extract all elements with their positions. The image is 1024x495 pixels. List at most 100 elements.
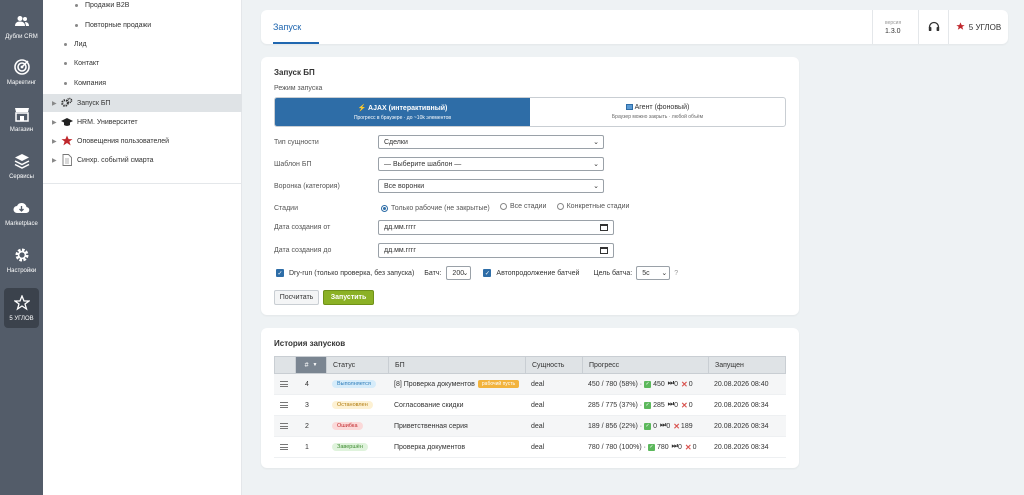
row-num-value: 4 bbox=[305, 380, 309, 388]
tree-item-repeat-sales[interactable]: Повторные продажи bbox=[43, 16, 242, 34]
column-header-entity[interactable]: Сущность bbox=[526, 357, 583, 373]
dryrun-checkbox[interactable]: ✓ bbox=[276, 269, 284, 277]
expand-arrow-icon[interactable]: ▶ bbox=[52, 119, 61, 126]
funnel-label: Воронка (категория) bbox=[274, 183, 340, 190]
stage-radio-all[interactable]: Все стадии bbox=[499, 203, 546, 210]
count-button[interactable]: Посчитать bbox=[274, 290, 319, 305]
support-button[interactable] bbox=[918, 10, 948, 44]
tree-item-label: HRM. Университет bbox=[77, 118, 138, 126]
stage-radio-specific[interactable]: Конкретные стадии bbox=[556, 203, 629, 210]
rail-item-marketing[interactable]: Маркетинг bbox=[0, 50, 43, 94]
rail-item-shop[interactable]: Магазин bbox=[0, 97, 43, 141]
tree-item-lead[interactable]: Лид bbox=[43, 35, 242, 53]
history-card-title: История запусков bbox=[274, 339, 346, 348]
row-bp-name[interactable]: Приветственная серия bbox=[394, 423, 468, 430]
row-entity: deal bbox=[525, 437, 582, 458]
tree-divider bbox=[43, 183, 242, 184]
gears-icon bbox=[61, 97, 73, 109]
date-to-input[interactable]: дд.мм.гггг bbox=[378, 243, 614, 258]
row-menu-icon[interactable] bbox=[280, 444, 288, 450]
tree-item-company[interactable]: Компания bbox=[43, 74, 242, 92]
row-started-value: 20.08.2026 08:34 bbox=[714, 422, 769, 430]
row-menu-icon[interactable] bbox=[280, 423, 288, 429]
row-started: 20.08.2026 08:34 bbox=[708, 395, 784, 416]
cloud-download-icon bbox=[13, 199, 31, 217]
tree-item-contact[interactable]: Контакт bbox=[43, 54, 242, 72]
table-row[interactable]: 2 Ошибка Приветственная серия deal 189 /… bbox=[274, 416, 786, 437]
rail-item-5-corners[interactable]: 5 УГЛОВ bbox=[4, 288, 39, 328]
template-select[interactable]: — Выберите шаблон — ⌄ bbox=[378, 157, 604, 171]
table-row[interactable]: 4 Выполняется [8] Проверка документов ра… bbox=[274, 374, 786, 395]
row-menu-icon[interactable] bbox=[280, 402, 288, 408]
rail-item-marketplace[interactable]: Marketplace bbox=[0, 191, 43, 235]
tree-item-notifications[interactable]: ▶ Оповещения пользователей bbox=[43, 132, 242, 150]
mode-ajax-title: AJAX (интерактивный) bbox=[368, 104, 448, 112]
row-skip-count: 0 bbox=[677, 443, 682, 451]
tree-item-launch-bp[interactable]: ▶ Запуск БП bbox=[43, 94, 242, 112]
calendar-icon[interactable] bbox=[600, 247, 608, 254]
expand-arrow-icon[interactable]: ▶ bbox=[52, 138, 61, 145]
mode-ajax-subtitle: Прогресс в браузере · до ~10k элементов bbox=[353, 114, 452, 121]
entity-select[interactable]: Сделки ⌄ bbox=[378, 135, 604, 149]
column-header-label: Статус bbox=[333, 361, 356, 369]
radio-dot bbox=[499, 203, 507, 210]
tree-item-sync[interactable]: ▶ Синхр. событий смарта bbox=[43, 151, 242, 169]
mode-ajax-option[interactable]: ⚡ AJAX (интерактивный) Прогресс в браузе… bbox=[275, 98, 530, 126]
expand-arrow-icon[interactable]: ▶ bbox=[52, 157, 61, 164]
column-header-status[interactable]: Статус bbox=[327, 357, 389, 373]
row-bp: Проверка документов bbox=[388, 437, 525, 458]
column-header-bp[interactable]: БП bbox=[389, 357, 526, 373]
chevron-down-icon: ⌄ bbox=[661, 270, 668, 277]
target-select[interactable]: 5с ⌄ bbox=[636, 266, 671, 280]
rail-label: Сервисы bbox=[9, 174, 34, 180]
rail-item-services[interactable]: Сервисы bbox=[0, 144, 43, 188]
check-icon: ✓ bbox=[644, 380, 652, 388]
mode-agent-subtitle: Браузер можно закрыть · любой объём bbox=[611, 114, 704, 120]
rail-item-settings[interactable]: Настройки bbox=[0, 238, 43, 282]
date-from-label: Дата создания от bbox=[274, 224, 331, 231]
row-progress-text: 285 / 775 (37%) · bbox=[588, 401, 643, 409]
stage-radio-working[interactable]: Только рабочие (не закрытые) bbox=[381, 205, 490, 212]
column-header-started[interactable]: Запущен bbox=[709, 357, 785, 373]
row-bp-name[interactable]: [8] Проверка документов bbox=[394, 381, 475, 388]
row-menu-icon[interactable] bbox=[280, 381, 288, 387]
date-to-label: Дата создания до bbox=[274, 247, 332, 254]
tree-item-b2b-sales[interactable]: Продажи B2B bbox=[43, 0, 242, 14]
template-select-value: — Выберите шаблон — bbox=[384, 160, 462, 168]
row-started: 20.08.2026 08:40 bbox=[708, 374, 784, 395]
target-select-value: 5с bbox=[642, 269, 650, 277]
table-row[interactable]: 1 Завершён Проверка документов deal 780 … bbox=[274, 437, 786, 458]
mode-agent-option[interactable]: Агент (фоновый) Браузер можно закрыть · … bbox=[530, 98, 785, 126]
funnel-select[interactable]: Все воронки ⌄ bbox=[378, 179, 604, 193]
row-error-count: 0 bbox=[688, 380, 693, 388]
table-row[interactable]: 3 Остановлен Согласование скидки deal 28… bbox=[274, 395, 786, 416]
expand-arrow-icon[interactable]: ▶ bbox=[52, 100, 61, 107]
mode-label: Режим запуска bbox=[274, 85, 323, 92]
dryrun-label: Dry-run (только проверка, без запуска) bbox=[289, 269, 415, 277]
radio-label: Только рабочие (не закрытые) bbox=[391, 205, 490, 212]
bullet-icon bbox=[75, 23, 78, 27]
row-bp: Согласование скидки bbox=[388, 395, 525, 416]
help-icon[interactable]: ? bbox=[674, 270, 678, 277]
calendar-icon[interactable] bbox=[600, 224, 608, 231]
autocontinue-checkbox[interactable]: ✓ bbox=[483, 269, 492, 277]
column-header-progress[interactable]: Прогресс bbox=[583, 357, 709, 373]
brand-link[interactable]: 5 УГЛОВ bbox=[948, 10, 1008, 44]
row-num: 2 bbox=[295, 416, 326, 437]
row-num-value: 2 bbox=[305, 422, 309, 430]
run-button[interactable]: Запустить bbox=[323, 290, 374, 305]
bullet-icon bbox=[64, 42, 67, 46]
column-header-num[interactable]: # ▼ bbox=[296, 357, 327, 373]
row-bp-name[interactable]: Проверка документов bbox=[394, 444, 465, 451]
rail-item-duplicates[interactable]: Дубли CRM bbox=[0, 4, 43, 48]
row-bp-name[interactable]: Согласование скидки bbox=[394, 402, 463, 409]
autocontinue-label: Автопродолжение батчей bbox=[496, 269, 580, 277]
tab-launch[interactable]: Запуск bbox=[273, 10, 319, 44]
date-from-input[interactable]: дд.мм.гггг bbox=[378, 220, 614, 235]
tree-panel: Продажи B2B Повторные продажи Лид Контак… bbox=[43, 0, 242, 495]
headphones-icon bbox=[928, 21, 940, 34]
row-ok-count: 780 bbox=[656, 443, 669, 451]
radio-dot bbox=[556, 203, 564, 210]
tree-item-hrm[interactable]: ▶ HRM. Университет bbox=[43, 113, 242, 131]
batch-select[interactable]: 200 ⌄ bbox=[446, 266, 472, 280]
